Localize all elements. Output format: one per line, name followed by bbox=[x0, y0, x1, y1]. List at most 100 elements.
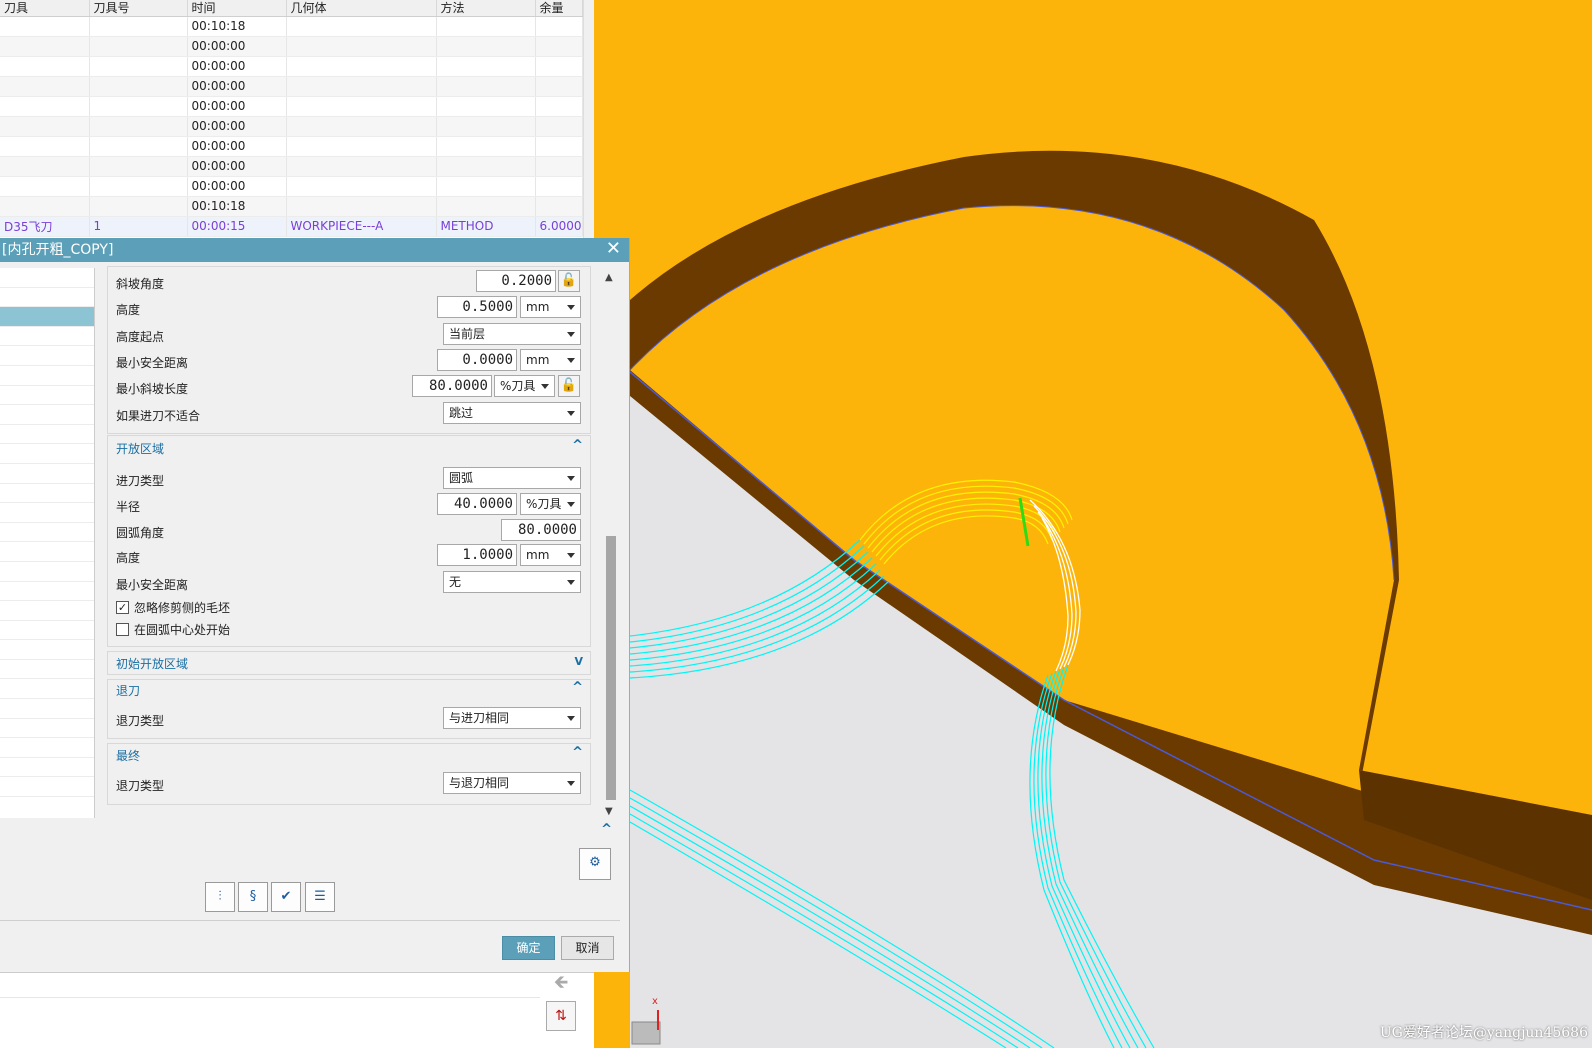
list-item[interactable] bbox=[0, 503, 94, 523]
lock-icon[interactable]: 🔓 bbox=[558, 375, 580, 397]
list-item[interactable] bbox=[0, 523, 94, 543]
scroll-down-icon[interactable]: ▼ bbox=[605, 806, 613, 817]
verify-toolpath-icon[interactable]: ✔ bbox=[271, 882, 301, 912]
chevron-up-icon[interactable]: ^ bbox=[572, 438, 583, 453]
back-arrow-icon[interactable]: 🡸 bbox=[546, 969, 576, 999]
open-min-clearance-select[interactable]: 无 bbox=[443, 571, 581, 593]
list-item[interactable] bbox=[0, 327, 94, 347]
list-item[interactable] bbox=[0, 425, 94, 445]
chevron-up-icon[interactable]: ^ bbox=[572, 680, 583, 695]
ramp-height-unit-select[interactable]: mm bbox=[520, 296, 581, 318]
table-cell bbox=[436, 156, 536, 177]
list-item[interactable] bbox=[0, 268, 94, 288]
ignore-trim-checkbox[interactable]: ✓ bbox=[116, 601, 129, 614]
operation-row-selected[interactable]: D35飞刀 1 00:00:15 WORKPIECE---A METHOD 6.0000 bbox=[0, 216, 583, 237]
radius-input[interactable]: 40.0000 bbox=[437, 493, 517, 515]
list-item[interactable] bbox=[0, 366, 94, 386]
min-ramp-length-input[interactable]: 80.0000 bbox=[412, 375, 492, 397]
height-from-select[interactable]: 当前层 bbox=[443, 323, 581, 345]
replay-toolpath-icon[interactable]: § bbox=[238, 882, 268, 912]
slope-angle-input[interactable]: 0.2000 bbox=[476, 270, 556, 292]
ok-button[interactable]: 确定 bbox=[502, 936, 555, 960]
sort-list-icon[interactable]: ⇅ bbox=[546, 1001, 576, 1031]
dialog-scrollbar[interactable]: ▲ ▼ bbox=[604, 270, 618, 820]
final-header[interactable]: 最终 ^ bbox=[107, 743, 591, 767]
list-toolpath-icon[interactable]: ☰ bbox=[305, 882, 335, 912]
list-item[interactable] bbox=[0, 464, 94, 484]
list-item[interactable] bbox=[0, 562, 94, 582]
settings-layout-icon[interactable]: ⚙ bbox=[579, 848, 611, 880]
retract-type-select[interactable]: 与进刀相同 bbox=[443, 707, 581, 729]
list-item[interactable] bbox=[0, 621, 94, 641]
list-item[interactable] bbox=[0, 405, 94, 425]
table-row[interactable]: 00:00:00 bbox=[0, 96, 583, 117]
engage-type-row: 进刀类型 圆弧 bbox=[107, 467, 591, 491]
list-item[interactable] bbox=[0, 640, 94, 660]
table-row[interactable]: 00:00:00 bbox=[0, 76, 583, 97]
list-item[interactable] bbox=[0, 777, 94, 798]
list-item[interactable] bbox=[0, 484, 94, 504]
chevron-down-icon[interactable]: V bbox=[574, 655, 583, 668]
list-item[interactable] bbox=[0, 699, 94, 719]
column-header-time[interactable]: 时间 bbox=[187, 0, 287, 17]
retract-header[interactable]: 退刀 ^ bbox=[107, 678, 591, 702]
list-item[interactable] bbox=[0, 719, 94, 739]
column-header-stock[interactable]: 余量 bbox=[535, 0, 583, 17]
list-item[interactable] bbox=[0, 738, 94, 758]
table-row[interactable]: 00:00:00 bbox=[0, 136, 583, 157]
table-row[interactable]: 00:00:00 bbox=[0, 56, 583, 77]
ramp-height-input[interactable]: 0.5000 bbox=[437, 296, 517, 318]
column-header-geometry[interactable]: 几何体 bbox=[286, 0, 437, 17]
list-item[interactable] bbox=[0, 582, 94, 602]
if-not-fit-select[interactable]: 跳过 bbox=[443, 402, 581, 424]
table-row[interactable]: 00:00:00 bbox=[0, 156, 583, 177]
table-row[interactable]: 00:00:00 bbox=[0, 116, 583, 137]
engage-type-select[interactable]: 圆弧 bbox=[443, 467, 581, 489]
retract-title: 退刀 bbox=[116, 684, 141, 698]
cancel-button[interactable]: 取消 bbox=[561, 936, 614, 960]
dialog-title-bar[interactable]: [内孔开粗_COPY] ✕ bbox=[0, 238, 629, 262]
table-row[interactable]: 00:10:18 bbox=[0, 16, 583, 37]
arc-angle-input[interactable]: 80.0000 bbox=[501, 519, 581, 541]
list-item[interactable] bbox=[0, 679, 94, 700]
scroll-up-icon[interactable]: ▲ bbox=[605, 272, 613, 283]
column-header-method[interactable]: 方法 bbox=[436, 0, 536, 17]
divider bbox=[0, 997, 540, 998]
column-header-tool[interactable]: 刀具 bbox=[0, 0, 90, 17]
table-cell bbox=[535, 76, 583, 97]
open-area-header[interactable]: 开放区域 ^ bbox=[107, 436, 591, 460]
list-item[interactable] bbox=[0, 758, 94, 778]
list-item[interactable] bbox=[0, 542, 94, 562]
column-header-tool-number[interactable]: 刀具号 bbox=[89, 0, 188, 17]
list-item[interactable] bbox=[0, 444, 94, 464]
radius-unit-select[interactable]: %刀具 bbox=[520, 493, 581, 515]
lock-icon[interactable]: 🔓 bbox=[558, 270, 580, 292]
open-height-input[interactable]: 1.0000 bbox=[437, 544, 517, 566]
start-at-arc-center-checkbox[interactable] bbox=[116, 623, 129, 636]
graphics-viewport[interactable]: x UG爱好者论坛@yangjun45686 bbox=[594, 0, 1592, 1048]
chevron-up-icon[interactable]: ^ bbox=[601, 822, 612, 837]
list-item[interactable] bbox=[0, 288, 94, 308]
initial-open-area-header[interactable]: 初始开放区域 V bbox=[107, 651, 591, 675]
list-item[interactable] bbox=[0, 386, 94, 406]
table-cell bbox=[535, 156, 583, 177]
navigator-scrollbar[interactable] bbox=[583, 0, 594, 240]
list-item[interactable] bbox=[0, 660, 94, 680]
table-row[interactable]: 00:00:00 bbox=[0, 36, 583, 57]
generate-toolpath-icon[interactable]: ⫶ bbox=[205, 882, 235, 912]
list-item[interactable] bbox=[0, 601, 94, 621]
min-clearance-input[interactable]: 0.0000 bbox=[437, 349, 517, 371]
table-row[interactable]: 00:00:00 bbox=[0, 176, 583, 197]
table-row[interactable]: 00:10:18 bbox=[0, 196, 583, 217]
scrollbar-thumb[interactable] bbox=[606, 536, 616, 800]
min-ramp-length-unit-select[interactable]: %刀具 bbox=[494, 375, 555, 397]
chevron-up-icon[interactable]: ^ bbox=[572, 745, 583, 760]
list-item-selected[interactable] bbox=[0, 307, 94, 327]
close-icon[interactable]: ✕ bbox=[606, 238, 621, 260]
min-clearance-unit-select[interactable]: mm bbox=[520, 349, 581, 371]
list-item[interactable] bbox=[0, 346, 94, 366]
engage-settings-panel: 斜坡角度 0.2000 🔓 高度 0.5000 mm 高度起点 当前层 最小安全… bbox=[107, 266, 591, 808]
table-cell bbox=[436, 196, 536, 217]
final-type-select[interactable]: 与退刀相同 bbox=[443, 772, 581, 794]
open-height-unit-select[interactable]: mm bbox=[520, 544, 581, 566]
